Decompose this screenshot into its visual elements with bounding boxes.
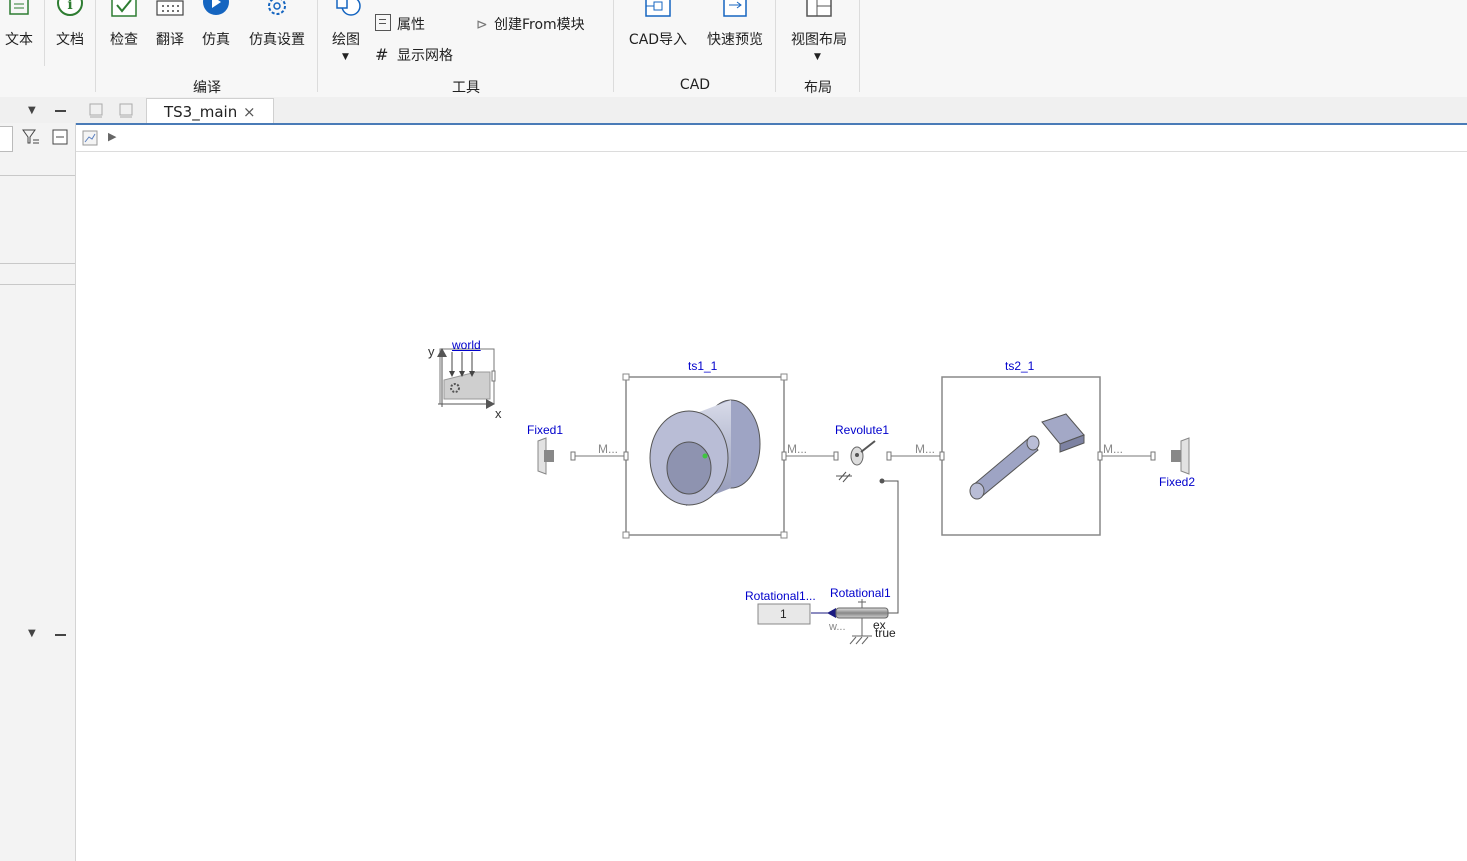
port-label: M... bbox=[915, 442, 935, 456]
separator bbox=[859, 0, 860, 92]
fixed1-component[interactable] bbox=[537, 437, 576, 475]
port-w-label: w... bbox=[829, 621, 846, 633]
left-panel: ▼ bbox=[0, 122, 76, 861]
properties-button[interactable]: 属性 bbox=[375, 14, 425, 34]
cad-import-label: CAD导入 bbox=[628, 32, 688, 48]
close-icon[interactable]: × bbox=[243, 103, 256, 121]
group-layout-title: 布局 bbox=[804, 80, 832, 96]
check-button[interactable]: 检查 bbox=[104, 0, 144, 70]
translate-button[interactable]: 翻译 bbox=[150, 0, 190, 70]
chevron-down-icon: ▼ bbox=[342, 52, 349, 62]
ts2-label: ts2_1 bbox=[1005, 359, 1035, 373]
port-label: M... bbox=[1103, 442, 1123, 456]
create-from-button[interactable]: ⊳ 创建From模块 bbox=[476, 14, 585, 34]
view-layout-label: 视图布局 bbox=[791, 32, 847, 48]
translate-button-label: 翻译 bbox=[156, 32, 184, 48]
world-axis-y: y bbox=[428, 344, 435, 359]
grid-icon: # bbox=[375, 45, 389, 64]
search-input[interactable] bbox=[0, 126, 13, 152]
constant-value: 1 bbox=[780, 607, 787, 621]
minimize-icon[interactable] bbox=[55, 110, 66, 112]
quick-preview-button[interactable]: 快速预览 bbox=[700, 0, 770, 70]
draw-button-label: 绘图 bbox=[332, 32, 360, 48]
properties-icon bbox=[375, 14, 391, 31]
show-grid-label: 显示网格 bbox=[397, 48, 453, 64]
group-cad-title: CAD bbox=[679, 77, 711, 93]
simulation-settings-label: 仿真设置 bbox=[249, 32, 305, 48]
world-component[interactable] bbox=[437, 348, 496, 409]
group-compile-title: 编译 bbox=[193, 80, 221, 96]
rotational-source-label: Rotational1... bbox=[745, 589, 816, 603]
cad-import-icon bbox=[644, 0, 672, 24]
divider bbox=[0, 175, 75, 176]
check-icon bbox=[111, 0, 137, 24]
svg-text:i: i bbox=[67, 0, 72, 13]
simulate-button-label: 仿真 bbox=[202, 32, 230, 48]
tag-icon: ⊳ bbox=[476, 17, 488, 33]
gear-icon bbox=[263, 0, 291, 24]
tab-ts3-main[interactable]: TS3_main × bbox=[146, 98, 274, 125]
fixed1-label: Fixed1 bbox=[527, 423, 564, 437]
chevron-down-icon[interactable]: ▼ bbox=[28, 105, 36, 116]
ts1-component[interactable] bbox=[622, 373, 788, 539]
properties-label: 属性 bbox=[397, 17, 425, 33]
world-axis-x: x bbox=[495, 406, 502, 421]
simulate-button[interactable]: 仿真 bbox=[196, 0, 236, 70]
draw-icon bbox=[331, 0, 361, 24]
world-label: world bbox=[452, 338, 481, 352]
simulation-settings-button[interactable]: 仿真设置 bbox=[244, 0, 310, 70]
rotational-source-component[interactable] bbox=[757, 603, 836, 625]
ribbon-toolbar: 文本 i 文档 检查 翻译 仿真 仿真设置 编译 绘图 ▼ 属性 # 显示网格 … bbox=[0, 0, 1467, 98]
revolute1-label: Revolute1 bbox=[835, 423, 890, 437]
chart-icon[interactable] bbox=[82, 130, 98, 150]
preview-icon bbox=[721, 0, 749, 24]
chevron-right-icon[interactable]: ▶ bbox=[108, 130, 116, 143]
text-button[interactable]: 文本 bbox=[0, 0, 38, 70]
port-label: M... bbox=[787, 442, 807, 456]
check-button-label: 检查 bbox=[110, 32, 138, 48]
document-button-label: 文档 bbox=[56, 32, 84, 48]
cad-import-button[interactable]: CAD导入 bbox=[622, 0, 694, 70]
maximize-icon[interactable] bbox=[118, 102, 134, 122]
fixed2-label: Fixed2 bbox=[1159, 475, 1196, 489]
layout-icon bbox=[805, 0, 833, 24]
text-button-label: 文本 bbox=[5, 32, 33, 48]
show-grid-button[interactable]: # 显示网格 bbox=[375, 45, 453, 65]
separator bbox=[613, 0, 614, 92]
play-icon bbox=[202, 0, 230, 24]
collapse-all-icon[interactable] bbox=[52, 129, 68, 149]
view-layout-button[interactable]: 视图布局 ▼ bbox=[784, 0, 854, 70]
chevron-down-icon: ▼ bbox=[814, 52, 821, 62]
restore-icon[interactable] bbox=[88, 102, 104, 122]
diagram-canvas[interactable]: y world x Fixed1 M... ts1_1 M... Revolut… bbox=[76, 152, 1467, 861]
ts2-component[interactable] bbox=[939, 376, 1103, 536]
separator bbox=[95, 0, 96, 92]
ts1-label: ts1_1 bbox=[688, 359, 718, 373]
translate-icon bbox=[156, 0, 184, 24]
draw-button[interactable]: 绘图 ▼ bbox=[326, 0, 366, 70]
minimize-icon[interactable] bbox=[55, 634, 66, 636]
create-from-label: 创建From模块 bbox=[494, 17, 585, 33]
text-icon bbox=[7, 0, 31, 22]
group-tools-title: 工具 bbox=[452, 80, 480, 96]
chevron-down-icon[interactable]: ▼ bbox=[28, 628, 36, 639]
document-button[interactable]: i 文档 bbox=[50, 0, 90, 70]
separator bbox=[44, 0, 45, 66]
info-icon: i bbox=[57, 0, 83, 24]
divider bbox=[0, 263, 75, 264]
diagram-toolbar: ▶ bbox=[76, 125, 1467, 152]
separator bbox=[317, 0, 318, 92]
tab-label: TS3_main bbox=[164, 103, 238, 121]
revolute1-component[interactable] bbox=[833, 440, 892, 484]
rotational1-label: Rotational1 bbox=[830, 586, 891, 600]
quick-preview-label: 快速预览 bbox=[707, 32, 763, 48]
port-label: M... bbox=[598, 442, 618, 456]
divider bbox=[0, 284, 75, 285]
filter-icon[interactable] bbox=[22, 128, 40, 150]
fixed2-component[interactable] bbox=[1150, 437, 1190, 475]
separator bbox=[775, 0, 776, 92]
port-true-label: true bbox=[875, 626, 896, 640]
